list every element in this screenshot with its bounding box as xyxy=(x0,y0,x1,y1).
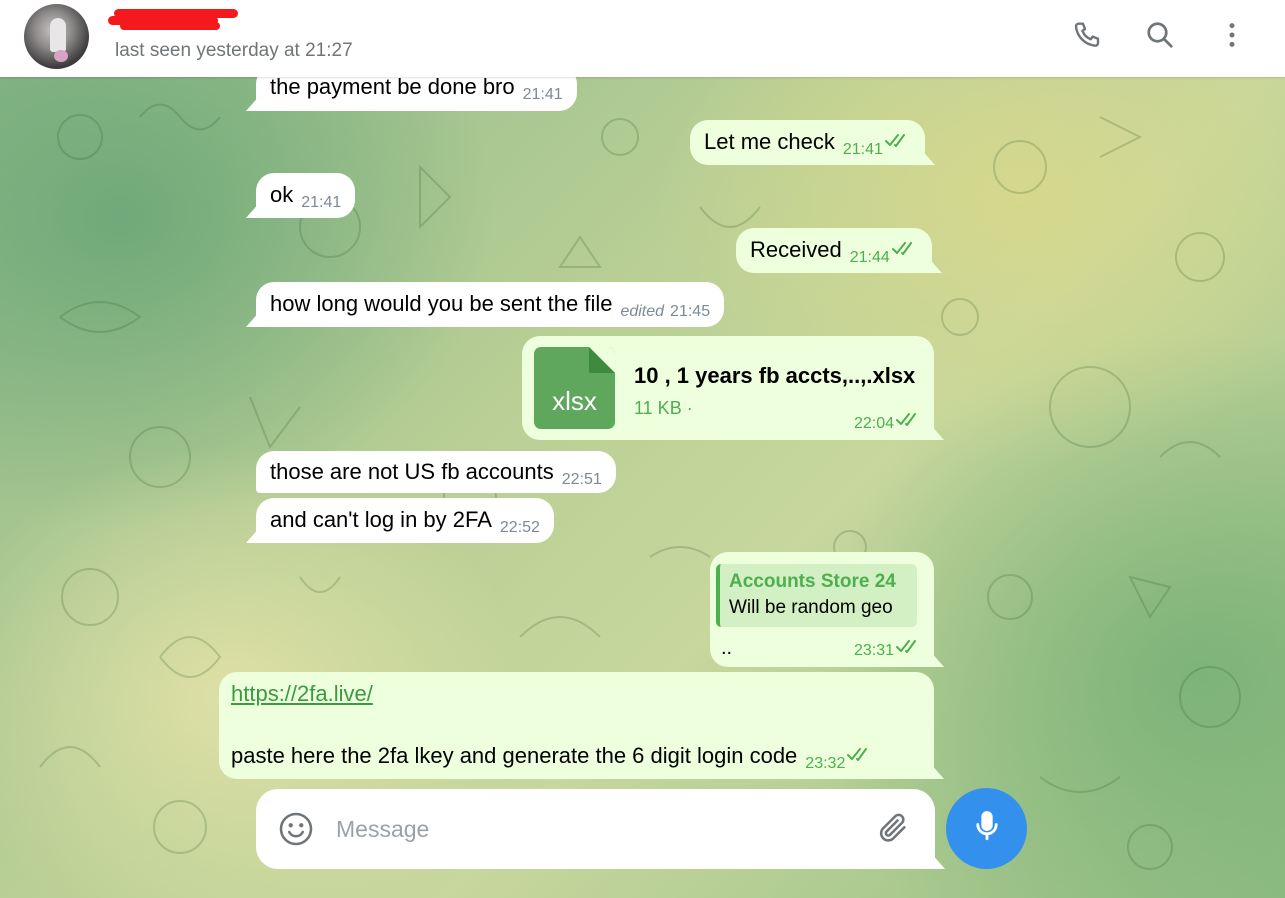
message-text: Let me check xyxy=(704,129,835,154)
message-time: 21:45 xyxy=(670,303,711,320)
message-time: 23:31 xyxy=(853,642,894,659)
message-outgoing-file[interactable]: xlsx 10 , 1 years fb accts,..,.xlsx 11 K… xyxy=(522,336,934,440)
read-ticks-icon xyxy=(896,408,922,432)
message-meta: edited 21:45 xyxy=(620,303,710,320)
message-time: 22:51 xyxy=(561,471,602,488)
message-composer xyxy=(256,789,935,869)
reply-text: Will be random geo xyxy=(729,597,893,618)
message-time: 21:44 xyxy=(849,249,890,266)
redacted-contact-name[interactable] xyxy=(108,9,238,31)
message-incoming[interactable]: ok 21:41 xyxy=(256,173,356,218)
message-link[interactable]: https://2fa.live/ xyxy=(231,680,373,708)
xlsx-file-icon[interactable]: xlsx xyxy=(534,347,615,429)
message-outgoing[interactable]: Received 21:44 xyxy=(736,228,932,273)
message-meta: 22:04 xyxy=(846,409,922,436)
message-text: and can't log in by 2FA xyxy=(270,507,492,532)
avatar[interactable] xyxy=(24,4,89,69)
read-ticks-icon xyxy=(847,741,873,769)
message-outgoing-reply[interactable]: Accounts Store 24 Will be random geo .. … xyxy=(710,552,934,667)
avatar-figure xyxy=(50,18,66,52)
message-incoming[interactable]: those are not US fb accounts 22:51 xyxy=(256,451,616,493)
message-input[interactable] xyxy=(336,809,856,849)
reply-author: Accounts Store 24 xyxy=(729,571,896,592)
phone-icon[interactable] xyxy=(1071,18,1105,52)
file-size: 11 KB · xyxy=(634,398,693,418)
file-extension: xlsx xyxy=(552,386,597,416)
message-incoming[interactable]: how long would you be sent the file edite… xyxy=(256,282,725,327)
read-ticks-icon xyxy=(891,235,918,263)
message-text: how long would you be sent the file xyxy=(270,291,613,316)
message-text: paste here the 2fa lkey and generate the… xyxy=(231,743,798,768)
message-meta: 23:31 xyxy=(846,636,922,663)
last-seen-status: last seen yesterday at 21:27 xyxy=(115,40,353,61)
file-name[interactable]: 10 , 1 years fb accts,..,.xlsx xyxy=(634,362,915,390)
edited-label: edited xyxy=(620,303,665,320)
reply-quote[interactable]: Accounts Store 24 Will be random geo xyxy=(716,564,917,627)
read-ticks-icon xyxy=(896,635,922,659)
message-line: paste here the 2fa lkey and generate the… xyxy=(231,742,873,773)
mic-button[interactable] xyxy=(946,788,1027,869)
search-icon[interactable] xyxy=(1143,18,1177,52)
message-time: 22:52 xyxy=(499,519,540,536)
message-text: ok xyxy=(270,182,294,207)
message-text: the payment be done bro xyxy=(270,74,515,99)
mic-icon xyxy=(970,809,1004,848)
message-outgoing[interactable]: Let me check 21:41 xyxy=(690,120,925,165)
more-vertical-icon[interactable] xyxy=(1215,18,1249,52)
message-time: 21:41 xyxy=(842,141,883,158)
message-time: 23:32 xyxy=(805,755,846,772)
message-incoming[interactable]: and can't log in by 2FA 22:52 xyxy=(256,498,554,543)
message-text: those are not US fb accounts xyxy=(270,459,554,484)
chat-header: last seen yesterday at 21:27 xyxy=(0,0,1285,77)
message-text: .. xyxy=(721,637,733,659)
message-time: 21:41 xyxy=(522,86,563,103)
attach-icon[interactable] xyxy=(876,811,912,847)
emoji-icon[interactable] xyxy=(278,811,314,847)
message-time: 22:04 xyxy=(853,415,894,432)
read-ticks-icon xyxy=(884,127,911,155)
message-text: Received xyxy=(750,237,842,262)
message-outgoing-link[interactable]: https://2fa.live/ paste here the 2fa lke… xyxy=(219,672,934,779)
message-time: 21:41 xyxy=(301,194,342,211)
avatar-accent xyxy=(54,50,68,62)
